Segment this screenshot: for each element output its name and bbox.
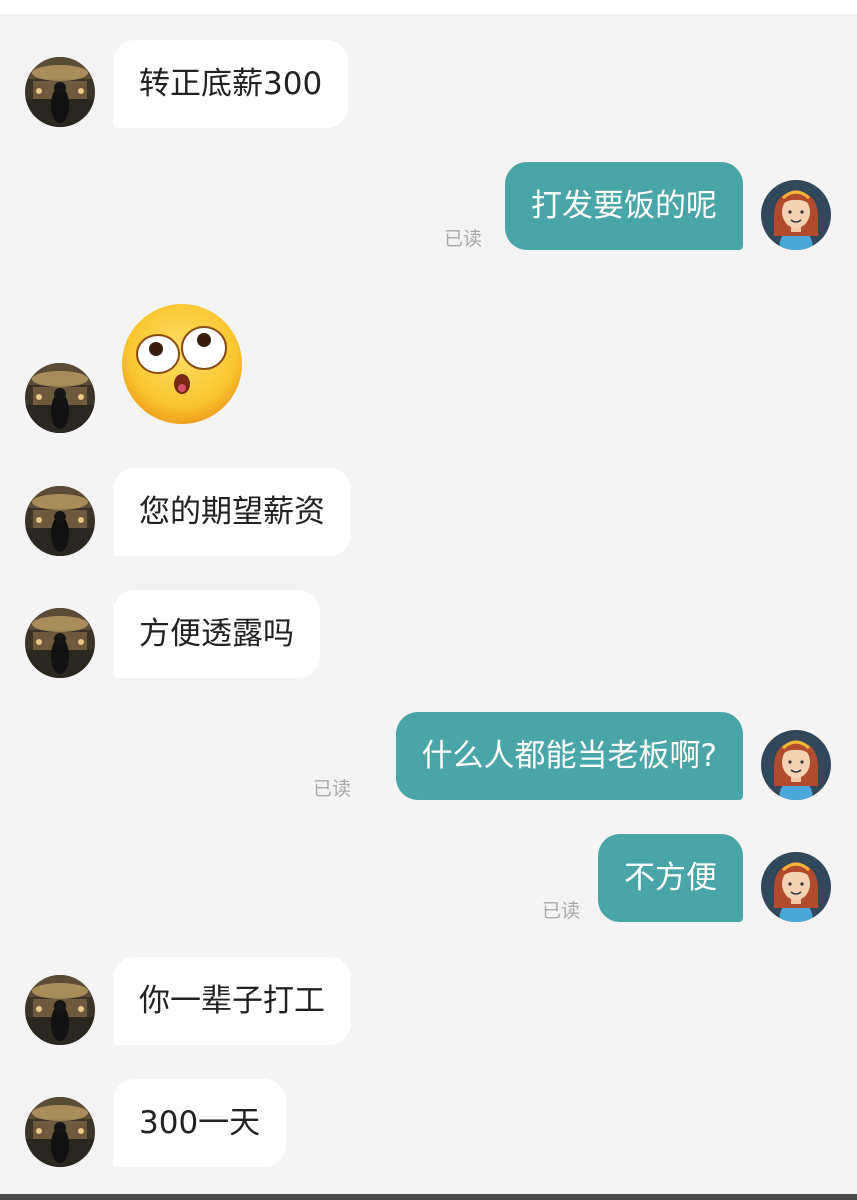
read-receipt: 已读 bbox=[313, 778, 352, 800]
contact-avatar[interactable] bbox=[25, 486, 95, 556]
status-bar-strip bbox=[0, 0, 857, 14]
read-receipt: 已读 bbox=[542, 900, 581, 922]
contact-avatar[interactable] bbox=[25, 608, 95, 678]
message-bubble-outgoing[interactable]: 打发要饭的呢 bbox=[505, 162, 743, 250]
message-bubble-incoming[interactable]: 300一天 bbox=[113, 1079, 287, 1167]
message-bubble-outgoing[interactable]: 什么人都能当老板啊? bbox=[395, 712, 743, 800]
message-bubble-outgoing[interactable]: 不方便 bbox=[598, 834, 743, 922]
message-bubble-incoming[interactable]: 你一辈子打工 bbox=[113, 957, 351, 1045]
read-receipt: 已读 bbox=[444, 228, 483, 250]
my-avatar[interactable] bbox=[761, 730, 831, 800]
message-bubble-incoming[interactable]: 您的期望薪资 bbox=[113, 468, 351, 556]
my-avatar[interactable] bbox=[761, 180, 831, 250]
eyes-rolling-emoji-sticker[interactable] bbox=[120, 302, 244, 426]
contact-avatar[interactable] bbox=[25, 57, 95, 127]
message-bubble-incoming[interactable]: 方便透露吗 bbox=[113, 590, 320, 678]
contact-avatar[interactable] bbox=[25, 1097, 95, 1167]
contact-avatar[interactable] bbox=[25, 363, 95, 433]
bottom-bar bbox=[0, 1194, 857, 1200]
message-bubble-incoming[interactable]: 转正底薪300 bbox=[113, 40, 349, 128]
my-avatar[interactable] bbox=[761, 852, 831, 922]
contact-avatar[interactable] bbox=[25, 975, 95, 1045]
